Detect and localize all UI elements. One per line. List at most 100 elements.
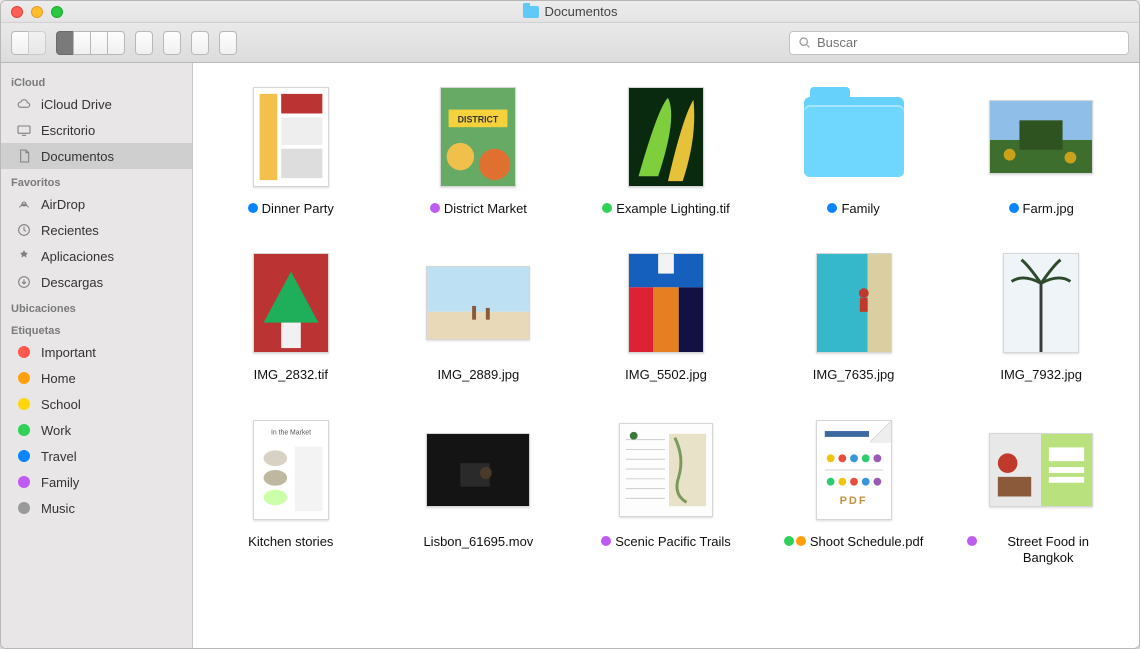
thumbnail: PDF [798,414,910,526]
group-by [135,31,153,55]
sidebar-item[interactable]: Travel [1,443,192,469]
titlebar: Documentos [1,1,1139,23]
file-label: District Market [430,201,527,217]
file-label: Scenic Pacific Trails [601,534,731,550]
close-icon[interactable] [11,6,23,18]
sidebar-item[interactable]: Descargas [1,269,192,295]
file-item[interactable]: IMG_5502.jpg [592,247,740,383]
sidebar-item[interactable]: Recientes [1,217,192,243]
thumbnail [985,81,1097,193]
window-controls [1,6,63,18]
sidebar-item[interactable]: School [1,391,192,417]
file-label: IMG_7932.jpg [1000,367,1082,383]
file-item[interactable]: IMG_2832.tif [217,247,365,383]
tag-dot-icon [15,343,33,361]
sidebar-item[interactable]: Aplicaciones [1,243,192,269]
file-item[interactable]: Family [780,81,928,217]
sidebar-item[interactable]: Documentos [1,143,192,169]
file-name: Kitchen stories [248,534,333,550]
search-field[interactable] [789,31,1129,55]
file-item[interactable]: Dinner Party [217,81,365,217]
file-item[interactable]: In the MarketKitchen stories [217,414,365,567]
file-item[interactable]: Lisbon_61695.mov [405,414,553,567]
file-item[interactable]: Street Food in Bangkok [967,414,1115,567]
tags-button[interactable] [219,31,237,55]
file-label: Farm.jpg [1009,201,1074,217]
sidebar-item-label: Recientes [41,223,99,238]
view-icons-button[interactable] [56,31,73,55]
file-name: Family [841,201,879,217]
back-button[interactable] [11,31,28,55]
file-name: IMG_2832.tif [254,367,328,383]
thumbnail [610,81,722,193]
nav-buttons [11,31,46,55]
file-label: Family [827,201,879,217]
view-gallery-button[interactable] [107,31,125,55]
file-name: IMG_2889.jpg [438,367,520,383]
thumbnail [422,247,534,359]
sidebar-item-label: AirDrop [41,197,85,212]
file-item[interactable]: IMG_2889.jpg [405,247,553,383]
title-text: Documentos [545,4,618,19]
sidebar-item-label: Important [41,345,96,360]
file-name: Street Food in Bangkok [981,534,1115,567]
toolbar [1,23,1139,63]
sidebar-item[interactable]: Family [1,469,192,495]
thumbnail [422,414,534,526]
file-label: IMG_2889.jpg [438,367,520,383]
tag-dot-icon [15,447,33,465]
file-item[interactable]: Scenic Pacific Trails [592,414,740,567]
content-area[interactable]: Dinner Party DISTRICTDistrict Market Examp… [193,63,1139,648]
search-input[interactable] [817,35,1120,50]
action-button[interactable] [163,31,181,55]
file-item[interactable]: PDF Shoot Schedule.pdf [780,414,928,567]
file-item[interactable]: DISTRICTDistrict Market [405,81,553,217]
view-switcher [56,31,125,55]
sidebar-item[interactable]: Home [1,365,192,391]
sidebar-item[interactable]: Work [1,417,192,443]
file-item[interactable]: IMG_7635.jpg [780,247,928,383]
share-button[interactable] [191,31,209,55]
sidebar-header: iCloud [1,69,192,91]
file-label: Example Lighting.tif [602,201,729,217]
file-name: Shoot Schedule.pdf [810,534,923,550]
thumbnail [610,247,722,359]
view-list-button[interactable] [73,31,90,55]
thumbnail [798,247,910,359]
file-name: Lisbon_61695.mov [423,534,533,550]
file-item[interactable]: Example Lighting.tif [592,81,740,217]
thumbnail [985,247,1097,359]
file-label: IMG_7635.jpg [813,367,895,383]
sidebar-item[interactable]: iCloud Drive [1,91,192,117]
thumbnail [610,414,722,526]
minimize-icon[interactable] [31,6,43,18]
sidebar-item-label: Home [41,371,76,386]
thumbnail [798,81,910,193]
folder-icon [523,6,539,18]
forward-button[interactable] [28,31,46,55]
tag-dot-icon [15,421,33,439]
view-columns-button[interactable] [90,31,107,55]
arrange-button[interactable] [135,31,153,55]
download-icon [15,273,33,291]
zoom-icon[interactable] [51,6,63,18]
sidebar-item[interactable]: Important [1,339,192,365]
sidebar-header: Ubicaciones [1,295,192,317]
file-name: IMG_7932.jpg [1000,367,1082,383]
icon-grid: Dinner Party DISTRICTDistrict Market Examp… [217,81,1115,566]
airdrop-icon [15,195,33,213]
tag-dot-icon [15,395,33,413]
desktop-icon [15,121,33,139]
sidebar-item[interactable]: AirDrop [1,191,192,217]
file-item[interactable]: IMG_7932.jpg [967,247,1115,383]
tag-dot-icon [15,369,33,387]
folder-icon [804,97,904,177]
window-title: Documentos [1,4,1139,19]
sidebar-item[interactable]: Music [1,495,192,521]
file-item[interactable]: Farm.jpg [967,81,1115,217]
sidebar-item[interactable]: Escritorio [1,117,192,143]
tag-dots [784,536,806,546]
window-body: iCloudiCloud DriveEscritorioDocumentos Fa… [1,63,1139,648]
thumbnail [985,414,1097,526]
file-label: IMG_5502.jpg [625,367,707,383]
